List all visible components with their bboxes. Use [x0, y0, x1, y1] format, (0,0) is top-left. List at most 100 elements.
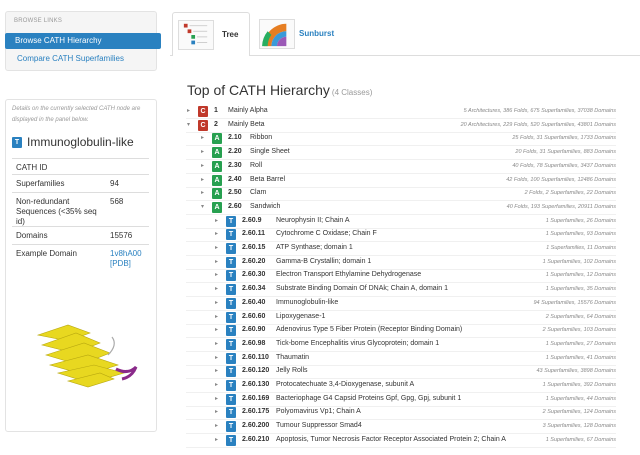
node-number[interactable]: 2.60.98 — [242, 340, 265, 347]
collapse-toggle-icon[interactable]: ▾ — [201, 203, 204, 210]
expand-toggle-icon[interactable]: ▸ — [201, 134, 204, 141]
nav-compare-superfamilies[interactable]: Compare CATH Superfamilies — [17, 54, 124, 63]
expand-toggle-icon[interactable]: ▸ — [215, 436, 218, 443]
tree-row[interactable]: ▸ T 2.60.40 Immunoglobulin-like 94 Superfami… — [186, 297, 616, 311]
node-number[interactable]: 2.60.60 — [242, 313, 265, 320]
node-number[interactable]: 2.60.210 — [242, 436, 269, 443]
node-name[interactable]: Immunoglobulin-like — [276, 299, 338, 306]
node-name[interactable]: Jelly Rolls — [276, 367, 308, 374]
expand-toggle-icon[interactable]: ▸ — [215, 271, 218, 278]
tree-row[interactable]: ▸ T 2.60.34 Substrate Binding Domain Of DNA… — [186, 284, 616, 298]
expand-toggle-icon[interactable]: ▸ — [215, 354, 218, 361]
nav-browse-cath-hierarchy[interactable]: Browse CATH Hierarchy — [5, 33, 161, 49]
tree-row[interactable]: ▸ T 2.60.175 Polyomavirus Vp1; Chain A 2 Sup… — [186, 407, 616, 421]
tree-row[interactable]: ▸ A 2.20 Single Sheet 20 Folds, 31 Superfami… — [186, 147, 616, 161]
node-name[interactable]: Beta Barrel — [250, 176, 285, 183]
node-number[interactable]: 2.60.34 — [242, 285, 265, 292]
node-name[interactable]: Ribbon — [250, 134, 272, 141]
expand-toggle-icon[interactable]: ▸ — [215, 299, 218, 306]
tree-row[interactable]: ▸ T 2.60.30 Electron Transport Ethylamine D… — [186, 270, 616, 284]
tree-row[interactable]: ▸ T 2.60.200 Tumour Suppressor Smad4 3 Super… — [186, 421, 616, 435]
node-name[interactable]: Mainly Beta — [228, 121, 265, 128]
node-number[interactable]: 2.60.40 — [242, 299, 265, 306]
node-number[interactable]: 2.60.200 — [242, 422, 269, 429]
node-name[interactable]: Cytochrome C Oxidase; Chain F — [276, 230, 377, 237]
expand-toggle-icon[interactable]: ▸ — [215, 340, 218, 347]
tree-row[interactable]: ▸ T 2.60.11 Cytochrome C Oxidase; Chain F 1 … — [186, 229, 616, 243]
expand-toggle-icon[interactable]: ▸ — [215, 230, 218, 237]
tab-tree[interactable]: Tree — [172, 12, 250, 56]
tree-row[interactable]: ▸ T 2.60.15 ATP Synthase; domain 1 1 Superfa… — [186, 243, 616, 256]
tree-row[interactable]: ▸ T 2.60.60 Lipoxygenase-1 2 Superfamilies, … — [186, 311, 616, 325]
expand-toggle-icon[interactable]: ▸ — [215, 422, 218, 429]
tree-row[interactable]: ▸ T 2.60.110 Thaumatin 1 Superfamilies, 41 D… — [186, 352, 616, 366]
expand-toggle-icon[interactable]: ▸ — [215, 244, 218, 251]
expand-toggle-icon[interactable]: ▸ — [215, 367, 218, 374]
expand-toggle-icon[interactable]: ▸ — [215, 381, 218, 388]
tree-row[interactable]: ▸ A 2.10 Ribbon 25 Folds, 31 Superfamilies, … — [186, 133, 616, 147]
expand-toggle-icon[interactable]: ▸ — [215, 285, 218, 292]
expand-toggle-icon[interactable]: ▸ — [215, 313, 218, 320]
expand-toggle-icon[interactable]: ▸ — [201, 189, 204, 196]
node-number[interactable]: 2.60.20 — [242, 258, 265, 265]
expand-toggle-icon[interactable]: ▸ — [215, 258, 218, 265]
tree-row[interactable]: ▸ T 2.60.130 Protocatechuate 3,4-Dioxygenas… — [186, 380, 616, 393]
node-name[interactable]: Lipoxygenase-1 — [276, 313, 325, 320]
tree-row[interactable]: ▸ T 2.60.169 Bacteriophage G4 Capsid Protei… — [186, 393, 616, 407]
node-name[interactable]: Adenovirus Type 5 Fiber Protein (Recepto… — [276, 326, 462, 333]
tree-row[interactable]: ▸ A 2.30 Roll 40 Folds, 78 Superfamilies, 34… — [186, 160, 616, 174]
node-number[interactable]: 2.60.110 — [242, 354, 269, 361]
node-name[interactable]: Mainly Alpha — [228, 107, 268, 114]
node-name[interactable]: Thaumatin — [276, 354, 309, 361]
collapse-toggle-icon[interactable]: ▾ — [187, 121, 190, 128]
node-name[interactable]: Sandwich — [250, 203, 280, 210]
expand-toggle-icon[interactable]: ▸ — [201, 148, 204, 155]
tree-row[interactable]: ▸ T 2.60.9 Neurophysin II; Chain A 1 Superfa… — [186, 215, 616, 229]
node-number[interactable]: 2.60 — [228, 203, 242, 210]
tree-row[interactable]: ▸ T 2.60.90 Adenovirus Type 5 Fiber Protein… — [186, 325, 616, 339]
node-number[interactable]: 2.60.9 — [242, 217, 261, 224]
node-number[interactable]: 2.60.30 — [242, 271, 265, 278]
node-name[interactable]: Apoptosis, Tumor Necrosis Factor Recepto… — [276, 436, 506, 443]
tree-row[interactable]: ▸ T 2.60.20 Gamma-B Crystallin; domain 1 1 S… — [186, 256, 616, 270]
node-number[interactable]: 2.60.120 — [242, 367, 269, 374]
node-number[interactable]: 2.10 — [228, 134, 242, 141]
node-number[interactable]: 2.20 — [228, 148, 242, 155]
tree-row[interactable]: ▸ T 2.60.210 Apoptosis, Tumor Necrosis Fact… — [186, 434, 616, 448]
node-name[interactable]: Neurophysin II; Chain A — [276, 217, 350, 224]
tree-row[interactable]: ▾ C 2 Mainly Beta 20 Architectures, 229 Fold… — [186, 119, 616, 133]
node-number[interactable]: 2.60.130 — [242, 381, 269, 388]
tree-row[interactable]: ▸ T 2.60.98 Tick-borne Encephalitis virus G… — [186, 338, 616, 352]
node-number[interactable]: 2.60.11 — [242, 230, 265, 237]
node-name[interactable]: Clam — [250, 189, 266, 196]
node-name[interactable]: Protocatechuate 3,4-Dioxygenase, subunit… — [276, 381, 414, 388]
node-name[interactable]: Polyomavirus Vp1; Chain A — [276, 408, 361, 415]
node-name[interactable]: Gamma-B Crystallin; domain 1 — [276, 258, 371, 265]
tree-row[interactable]: ▾ A 2.60 Sandwich 40 Folds, 193 Superfamilie… — [186, 201, 616, 215]
expand-toggle-icon[interactable]: ▸ — [215, 217, 218, 224]
node-number[interactable]: 2.60.90 — [242, 326, 265, 333]
node-number[interactable]: 2.50 — [228, 189, 242, 196]
node-name[interactable]: ATP Synthase; domain 1 — [276, 244, 353, 251]
expand-toggle-icon[interactable]: ▸ — [201, 162, 204, 169]
node-name[interactable]: Substrate Binding Domain Of DNAk; Chain … — [276, 285, 448, 292]
node-number[interactable]: 2.60.175 — [242, 408, 269, 415]
tree-row[interactable]: ▸ T 2.60.120 Jelly Rolls 43 Superfamilies, 3… — [186, 366, 616, 380]
expand-toggle-icon[interactable]: ▸ — [201, 176, 204, 183]
expand-toggle-icon[interactable]: ▸ — [215, 395, 218, 402]
node-name[interactable]: Single Sheet — [250, 148, 290, 155]
node-name[interactable]: Roll — [250, 162, 262, 169]
node-number[interactable]: 2.30 — [228, 162, 242, 169]
node-number[interactable]: 2.60.169 — [242, 395, 269, 402]
expand-toggle-icon[interactable]: ▸ — [215, 326, 218, 333]
node-name[interactable]: Bacteriophage G4 Capsid Proteins Gpf, Gp… — [276, 395, 461, 402]
node-name[interactable]: Tick-borne Encephalitis virus Glycoprote… — [276, 340, 439, 347]
node-number[interactable]: 2.60.15 — [242, 244, 265, 251]
node-name[interactable]: Tumour Suppressor Smad4 — [276, 422, 362, 429]
expand-toggle-icon[interactable]: ▸ — [187, 107, 190, 114]
node-number[interactable]: 2.40 — [228, 176, 242, 183]
node-number[interactable]: 1 — [214, 107, 218, 114]
tree-row[interactable]: ▸ A 2.40 Beta Barrel 42 Folds, 100 Superfami… — [186, 174, 616, 188]
example-domain-link[interactable]: 1v8hA00 [PDB] — [110, 249, 146, 269]
node-number[interactable]: 2 — [214, 121, 218, 128]
